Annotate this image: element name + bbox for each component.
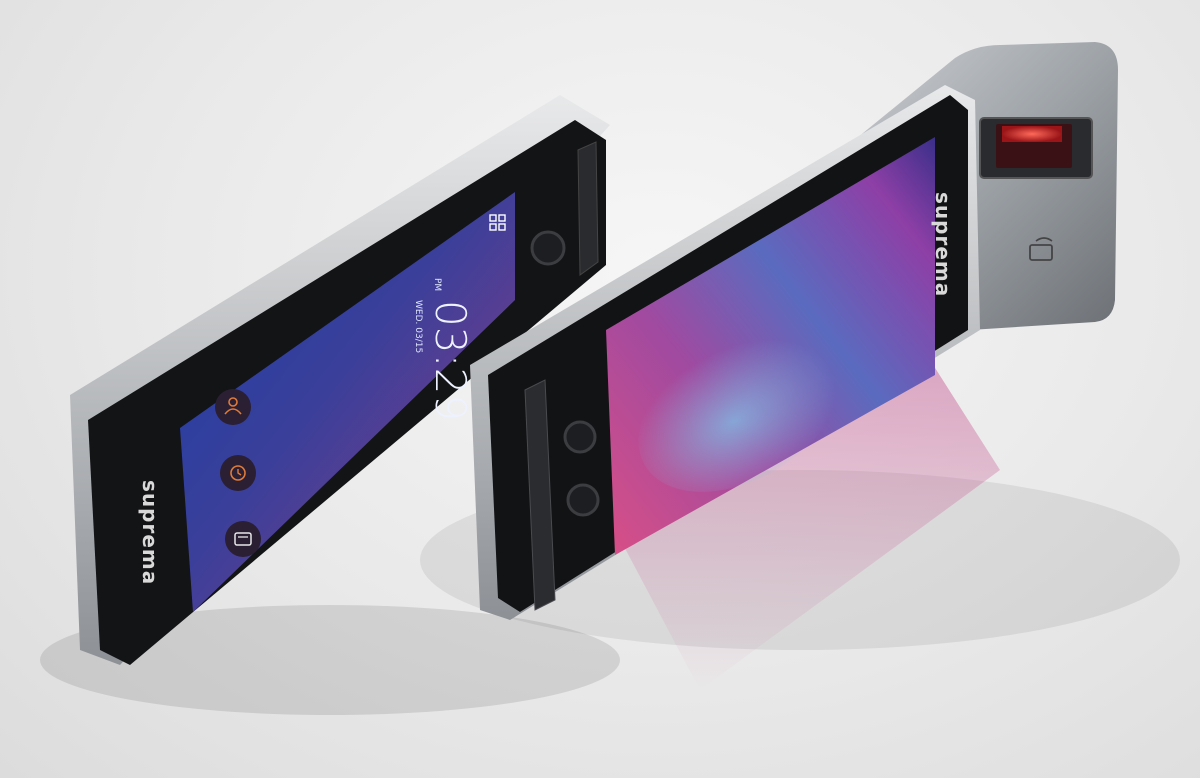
brand-logo-right: suprema (931, 192, 955, 297)
ir-sensor-icon (566, 483, 600, 517)
user-icon[interactable] (215, 389, 251, 425)
camera-lens-icon (563, 420, 597, 454)
clock-date: WED. 03/15 (413, 300, 423, 353)
product-scene: PM 03:29 WED. 03/15 suprema suprema (40, 42, 1180, 715)
id-card-icon[interactable] (225, 521, 261, 557)
clock-time: 03:29 (426, 300, 475, 421)
brand-logo-left: suprema (138, 480, 162, 585)
speaker-grille (577, 141, 599, 276)
camera-lens-icon (530, 230, 566, 266)
fingerprint-sensor-icon[interactable] (979, 117, 1093, 179)
clock-ampm: PM (432, 278, 442, 291)
clock-icon[interactable] (220, 455, 256, 491)
